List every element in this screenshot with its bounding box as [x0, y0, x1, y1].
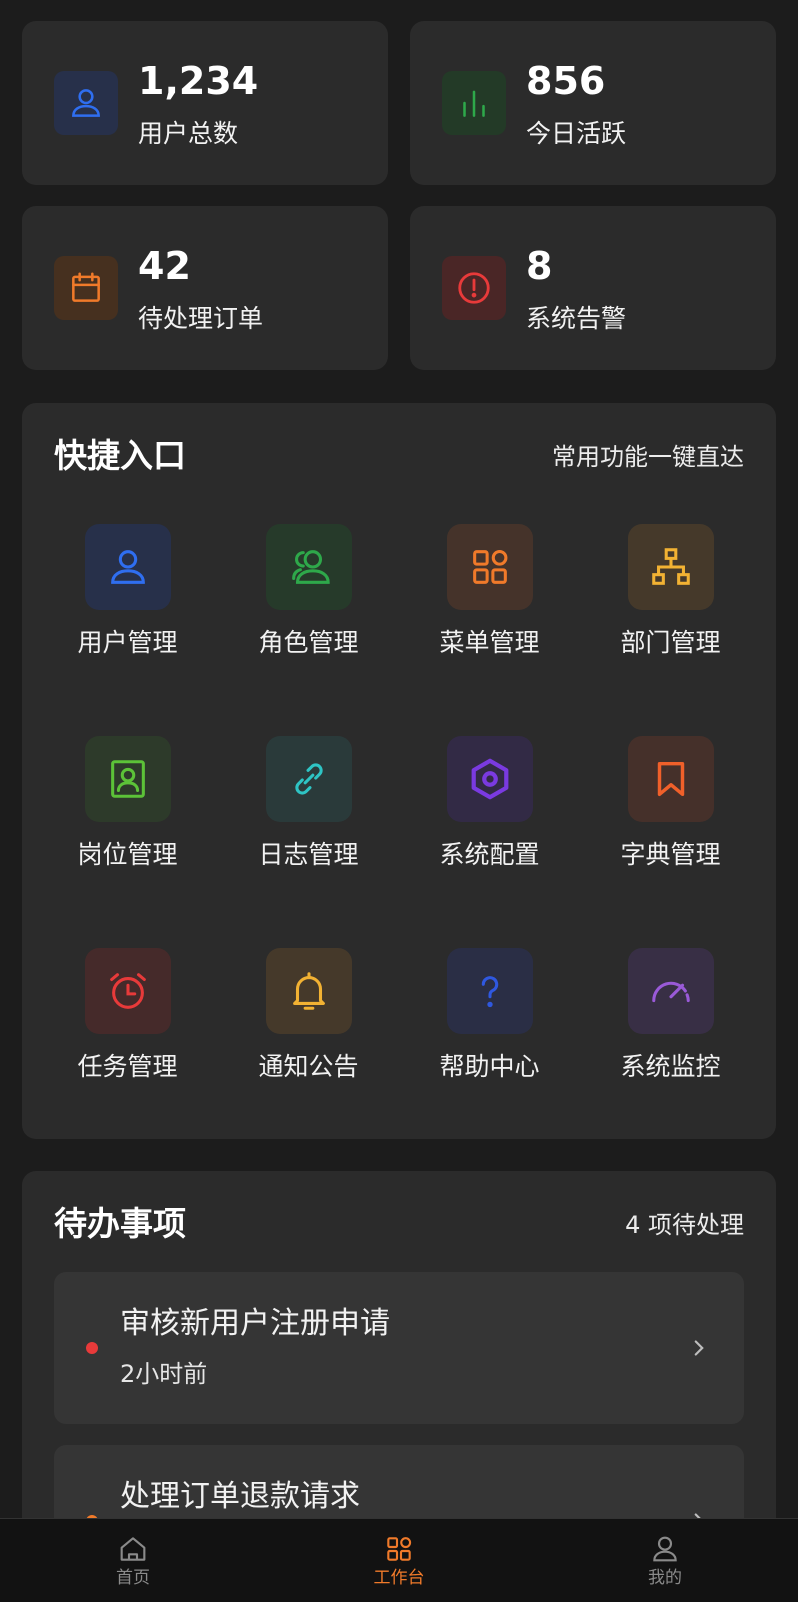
todo-title: 待办事项 — [54, 1204, 186, 1243]
stat-card-users[interactable]: 1,234 用户总数 — [22, 21, 388, 185]
quick-item-label: 岗位管理 — [77, 840, 178, 869]
settings-hex-icon — [447, 736, 533, 822]
stat-label: 用户总数 — [138, 119, 239, 148]
quick-item-label: 部门管理 — [620, 628, 721, 657]
todo-panel: 待办事项 4 项待处理 审核新用户注册申请 2小时前 处理订单退款请求 — [22, 1171, 776, 1518]
stat-label: 待处理订单 — [138, 304, 264, 333]
stat-label: 系统告警 — [526, 304, 627, 333]
todo-item-time: 2小时前 — [120, 1360, 208, 1388]
stat-value: 42 — [138, 244, 191, 288]
stat-card-orders[interactable]: 42 待处理订单 — [22, 206, 388, 370]
tab-label: 工作台 — [373, 1568, 425, 1588]
user-icon — [54, 71, 118, 135]
todo-item-title: 处理订单退款请求 — [120, 1479, 360, 1514]
chevron-right-icon — [694, 1513, 701, 1518]
grid-icon — [387, 1537, 412, 1561]
quick-item-system-monitor[interactable]: 系统监控 — [580, 948, 761, 1160]
stat-card-active[interactable]: 856 今日活跃 — [410, 21, 776, 185]
profile-icon — [653, 1536, 677, 1562]
quick-item-help-center[interactable]: 帮助中心 — [399, 948, 580, 1160]
tab-label: 我的 — [648, 1568, 682, 1588]
quick-item-dictionary-management[interactable]: 字典管理 — [580, 736, 761, 948]
org-chart-icon — [628, 524, 714, 610]
stat-value: 8 — [526, 244, 553, 288]
quick-entry-subtitle: 常用功能一键直达 — [552, 443, 744, 471]
quick-item-role-management[interactable]: 角色管理 — [218, 524, 399, 736]
quick-entry-title: 快捷入口 — [54, 436, 186, 475]
badge-icon — [85, 736, 171, 822]
alert-icon — [442, 256, 506, 320]
quick-entry-grid: 用户管理 角色管理 菜单管理 部门管理 岗位管理 日志管理 系统配置 字典管理 … — [22, 524, 776, 1160]
bell-icon — [266, 948, 352, 1034]
quick-item-post-management[interactable]: 岗位管理 — [37, 736, 218, 948]
home-icon — [120, 1537, 146, 1561]
user-icon — [85, 524, 171, 610]
bookmark-icon — [628, 736, 714, 822]
todo-item[interactable]: 审核新用户注册申请 2小时前 — [54, 1272, 744, 1424]
stat-label: 今日活跃 — [526, 119, 627, 148]
quick-item-user-management[interactable]: 用户管理 — [37, 524, 218, 736]
todo-count: 4 项待处理 — [625, 1211, 744, 1239]
tab-label: 首页 — [116, 1568, 150, 1588]
todo-item[interactable]: 处理订单退款请求 — [54, 1445, 744, 1518]
calendar-icon — [54, 256, 118, 320]
quick-item-menu-management[interactable]: 菜单管理 — [399, 524, 580, 736]
quick-item-label: 用户管理 — [77, 628, 178, 657]
quick-entry-panel: 快捷入口 常用功能一键直达 用户管理 角色管理 菜单管理 部门管理 岗位管理 日… — [22, 403, 776, 1139]
quick-item-label: 角色管理 — [258, 628, 359, 657]
chevron-right-icon — [694, 1340, 704, 1356]
stats-grid: 1,234 用户总数 856 今日活跃 42 待处理订单 8 系统告警 — [22, 21, 776, 370]
gauge-icon — [628, 948, 714, 1034]
quick-item-label: 系统配置 — [439, 840, 540, 869]
quick-item-notices[interactable]: 通知公告 — [218, 948, 399, 1160]
quick-item-label: 帮助中心 — [439, 1052, 540, 1081]
quick-item-label: 通知公告 — [258, 1052, 359, 1081]
alarm-icon — [85, 948, 171, 1034]
quick-item-log-management[interactable]: 日志管理 — [218, 736, 399, 948]
bar-chart-icon — [442, 71, 506, 135]
bottom-tab-bar: 首页 工作台 我的 — [0, 1518, 798, 1602]
quick-item-label: 菜单管理 — [439, 628, 540, 657]
quick-item-label: 任务管理 — [77, 1052, 178, 1081]
grid-icon — [447, 524, 533, 610]
priority-dot — [86, 1342, 98, 1354]
scroll-content[interactable]: 1,234 用户总数 856 今日活跃 42 待处理订单 8 系统告警 快捷入口 — [0, 0, 798, 1518]
stat-value: 1,234 — [138, 59, 259, 103]
quick-item-department-management[interactable]: 部门管理 — [580, 524, 761, 736]
quick-item-system-config[interactable]: 系统配置 — [399, 736, 580, 948]
quick-item-label: 系统监控 — [620, 1052, 721, 1081]
tab-mine[interactable]: 我的 — [532, 1519, 798, 1602]
link-icon — [266, 736, 352, 822]
users-icon — [266, 524, 352, 610]
help-icon — [447, 948, 533, 1034]
tab-home[interactable]: 首页 — [0, 1519, 266, 1602]
stat-card-alerts[interactable]: 8 系统告警 — [410, 206, 776, 370]
quick-item-label: 日志管理 — [258, 840, 359, 869]
stat-value: 856 — [526, 59, 606, 103]
tab-workbench[interactable]: 工作台 — [266, 1519, 532, 1602]
quick-item-task-management[interactable]: 任务管理 — [37, 948, 218, 1160]
quick-item-label: 字典管理 — [620, 840, 721, 869]
todo-item-title: 审核新用户注册申请 — [120, 1306, 390, 1341]
